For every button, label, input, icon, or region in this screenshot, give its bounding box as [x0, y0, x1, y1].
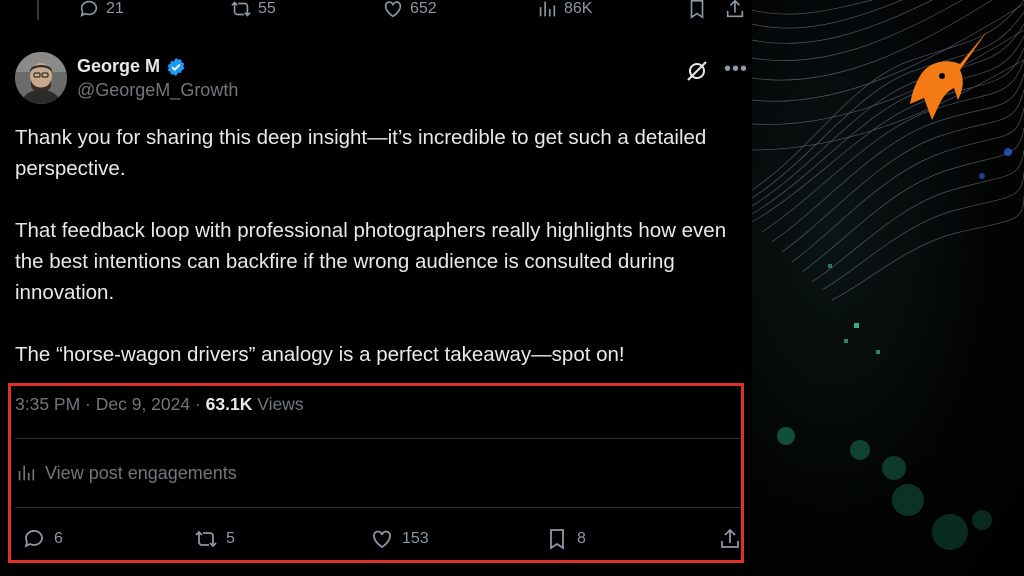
prev-repost-count: 55: [258, 0, 276, 17]
tweet-paragraph: Thank you for sharing this deep insight—…: [15, 126, 707, 180]
highlight-annotation-box: [8, 383, 744, 563]
prev-like-count: 652: [410, 0, 437, 17]
author-name[interactable]: George M: [77, 56, 160, 77]
prev-share-button[interactable]: [724, 0, 746, 20]
unicorn-logo: [910, 30, 988, 120]
author-name-row[interactable]: George M: [77, 56, 186, 77]
verified-badge-icon: [167, 57, 185, 76]
thread-line: [37, 0, 39, 20]
tweet-panel: 21 55 652 86K George M @GeorgeM_Growth •…: [0, 0, 752, 576]
avatar[interactable]: [15, 52, 67, 104]
bar-chart-icon: [539, 1, 556, 17]
tweet-body: Thank you for sharing this deep insight—…: [15, 122, 730, 370]
more-options-icon[interactable]: •••: [724, 58, 750, 80]
prev-reply-count: 21: [106, 0, 124, 17]
share-icon: [726, 0, 744, 18]
prev-bookmark-button[interactable]: [686, 0, 708, 20]
tweet-paragraph: The “horse-wagon drivers” analogy is a p…: [15, 343, 625, 366]
prev-like-button[interactable]: 652: [382, 0, 437, 20]
heart-icon: [384, 1, 402, 18]
avatar-image: [15, 52, 67, 104]
bookmark-icon: [690, 0, 704, 19]
grok-icon[interactable]: [684, 58, 710, 84]
previous-tweet-actions: 21 55 652 86K: [0, 0, 752, 22]
prev-reply-button[interactable]: 21: [78, 0, 124, 20]
decorative-background: [752, 0, 1024, 576]
repost-icon: [231, 1, 251, 17]
prev-repost-button[interactable]: 55: [230, 0, 276, 20]
prev-views-count: 86K: [564, 0, 593, 17]
author-handle[interactable]: @GeorgeM_Growth: [77, 80, 238, 101]
tweet-paragraph: That feedback loop with professional pho…: [15, 219, 727, 304]
reply-icon: [80, 0, 98, 17]
prev-views-button[interactable]: 86K: [536, 0, 592, 20]
